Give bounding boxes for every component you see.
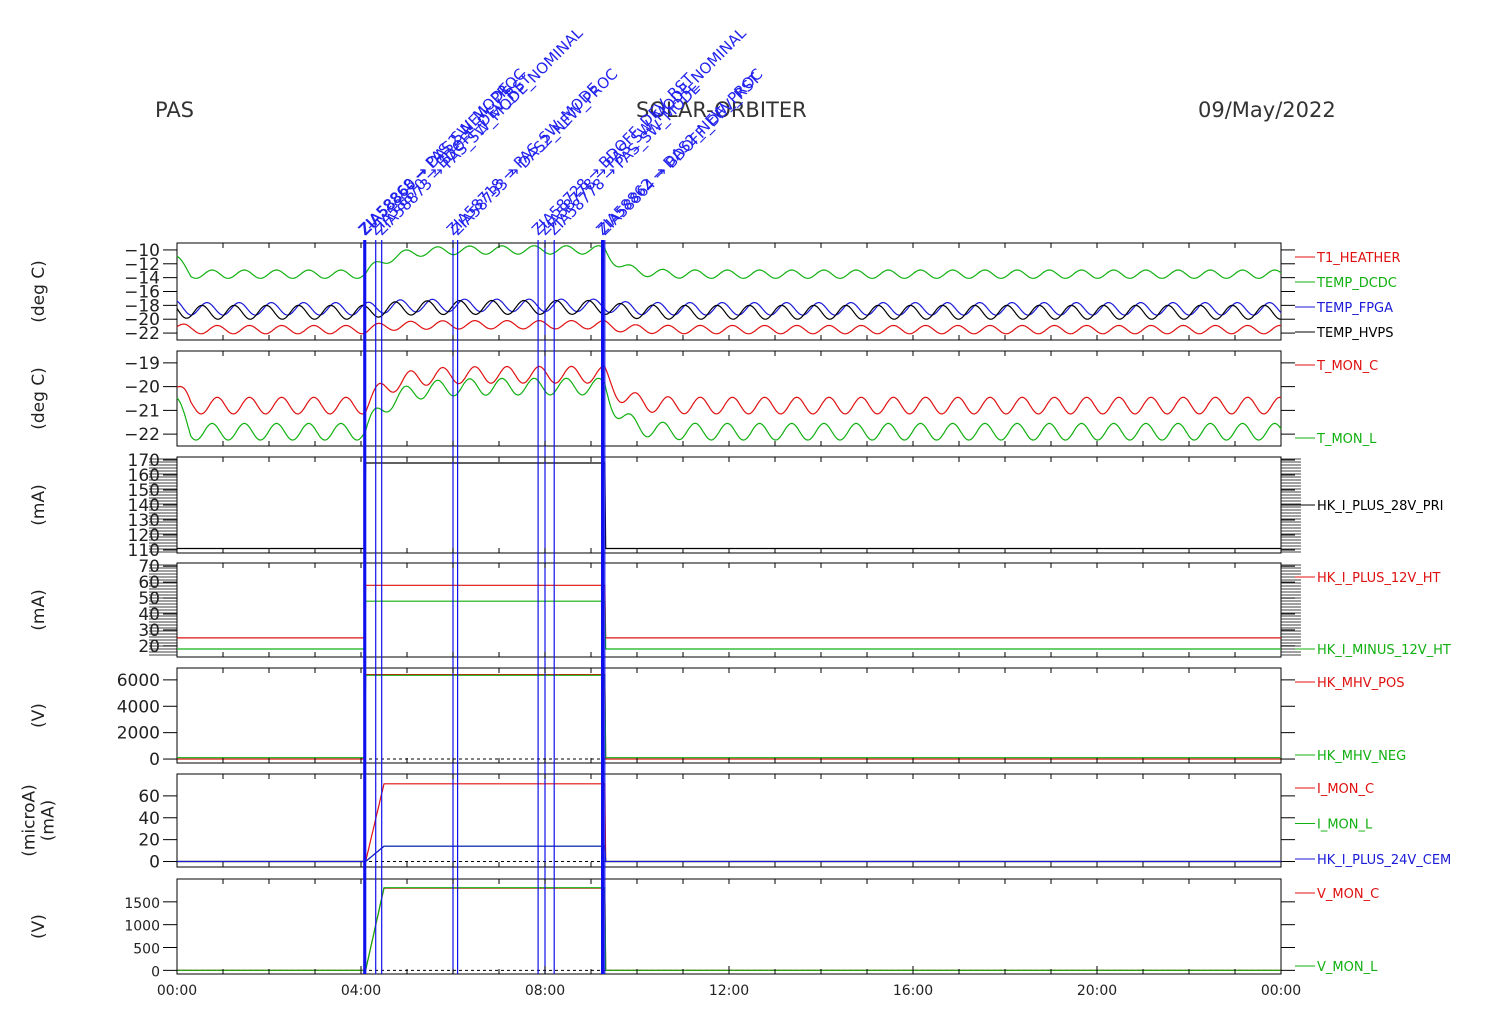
legend-label: T1_HEATHER [1316, 251, 1401, 266]
panel-frame [176, 667, 1282, 764]
series-line-hk_mhv_neg [177, 674, 1281, 759]
y-tick-label: 6000 [117, 671, 160, 691]
instrument-title: PAS [155, 98, 194, 122]
series-line-i_mon_c [177, 783, 1281, 863]
legend-label: HK_I_MINUS_12V_HT [1317, 643, 1451, 658]
legend-label: TEMP_DCDC [1316, 276, 1397, 291]
y-axis-unit: (V) [29, 914, 49, 939]
y-axis-unit: (V) [29, 703, 49, 728]
panel-frame [176, 456, 1282, 554]
y-axis-unit: (mA) [29, 589, 49, 630]
legend-label: TEMP_HVPS [1316, 326, 1393, 341]
y-tick-label: 0 [149, 750, 160, 770]
y-tick-label: 500 [133, 942, 160, 958]
panel-7: 0 500 1000 1500 (V) V_MON_C V_MON_L [29, 878, 1379, 980]
legend-label: V_MON_C [1317, 887, 1379, 902]
series-line-t1_heather [176, 319, 1282, 335]
legend-label: V_MON_L [1317, 960, 1378, 975]
legend-label: T_MON_L [1316, 432, 1377, 447]
series-line-t_mon_c [176, 365, 1282, 415]
chart-canvas: PAS SOLAR-ORBITER 09/May/2022 −22−20−18−… [20, 24, 1452, 999]
series-line-t_mon_l [176, 377, 1282, 441]
x-tick-label: 00:00 [1261, 983, 1301, 999]
y-axis-unit: (microA) [20, 784, 40, 857]
y-tick-label: 4000 [117, 697, 160, 717]
y-tick-label: 40 [138, 809, 160, 829]
panel-3: 110120130140150160170(mA) HK_I_PLUS_28V_P… [29, 451, 1443, 561]
x-tick-label: 12:00 [709, 983, 749, 999]
series-line-v_mon_l [177, 887, 1281, 971]
x-tick-label: 04:00 [341, 983, 381, 999]
legend-label: I_MON_C [1317, 782, 1374, 797]
panel-4: 203040506070(mA)HK_I_PLUS_12V_HTHK_I_MIN… [29, 557, 1451, 658]
series-line-v_mon_c [177, 887, 1281, 971]
series-line-hk_mhv_pos [177, 674, 1281, 760]
y-tick-label: 0 [151, 964, 160, 980]
time-axis: 00:00 04:00 08:00 12:00 16:00 20:00 00:00 [157, 243, 1301, 999]
event-label: ZIA58733 → DAS2_NEW_PROC [448, 65, 622, 239]
y-tick-label: −22 [124, 425, 160, 445]
series-line-temp_fpga [176, 298, 1282, 316]
date-label: 09/May/2022 [1198, 98, 1336, 122]
legend-label: TEMP_FPGA [1316, 301, 1393, 316]
series-line-temp_dcdc [176, 245, 1282, 279]
legend-label: HK_I_PLUS_12V_HT [1317, 571, 1441, 586]
panel-frame [176, 878, 1282, 975]
series-line-hk_i_plus_12v_ht [177, 584, 1281, 639]
y-tick-label: −19 [124, 354, 160, 374]
panel-2: −22 −21 −20 −19 (deg C) T_MON_C T_MON_L [29, 350, 1378, 447]
series-line-i_mon_l [177, 845, 1281, 863]
y-axis-unit: (mA) [29, 484, 49, 525]
panels-group: −22−20−18−16−14−12−10(deg C)T1_HEATHERTE… [20, 241, 1452, 980]
y-tick-label: 2000 [117, 724, 160, 744]
legend-label: HK_I_PLUS_24V_CEM [1317, 853, 1451, 868]
y-tick-label: 170 [128, 451, 160, 471]
y-tick-label: −10 [124, 241, 160, 261]
y-tick-label: 60 [138, 787, 160, 807]
series-line-temp_hvps [176, 299, 1281, 320]
events-group: ZIA58868 → PAS_SW_MODEZIA58860 → DAS2_NE… [355, 24, 767, 974]
y-axis-unit: (deg C) [29, 260, 49, 323]
y-tick-label: 1000 [124, 919, 160, 935]
legend-label: HK_MHV_POS [1317, 676, 1405, 691]
panel-6: 0204060 (microA) (mA) I_MON_C I_MON_L HK_I_PL… [20, 773, 1451, 873]
series-line-hk_i_plus_28v_pri [177, 462, 1281, 550]
x-tick-label: 08:00 [525, 983, 565, 999]
y-axis-unit: (deg C) [29, 367, 49, 430]
y-tick-label: −21 [124, 401, 160, 421]
panel-frame [176, 242, 1282, 341]
x-tick-label: 20:00 [1077, 983, 1117, 999]
panel-frame [176, 562, 1282, 658]
y-tick-label: −20 [124, 378, 160, 398]
y-axis-unit: (mA) [39, 800, 59, 841]
series-line-hk_i_minus_12v_ht [177, 600, 1281, 650]
panel-1: −22−20−18−16−14−12−10(deg C)T1_HEATHERTE… [29, 241, 1401, 344]
legend-label: HK_I_PLUS_28V_PRI [1317, 499, 1443, 514]
x-tick-label: 16:00 [893, 983, 933, 999]
panel-frame [176, 773, 1282, 868]
y-tick-label: 20 [138, 831, 160, 851]
y-tick-label: 70 [138, 557, 160, 577]
legend-label: T_MON_C [1316, 359, 1378, 374]
y-tick-label: 1500 [124, 896, 160, 912]
y-tick-label: 0 [149, 853, 160, 873]
legend-label: I_MON_L [1317, 818, 1373, 833]
series-line-hk_i_plus_24v_cem [177, 845, 1281, 863]
panel-5: 0 2000 4000 6000 (V) HK_MHV_POS HK_MHV_NEG [29, 667, 1406, 770]
legend-label: HK_MHV_NEG [1317, 749, 1406, 764]
x-tick-label: 00:00 [157, 983, 197, 999]
